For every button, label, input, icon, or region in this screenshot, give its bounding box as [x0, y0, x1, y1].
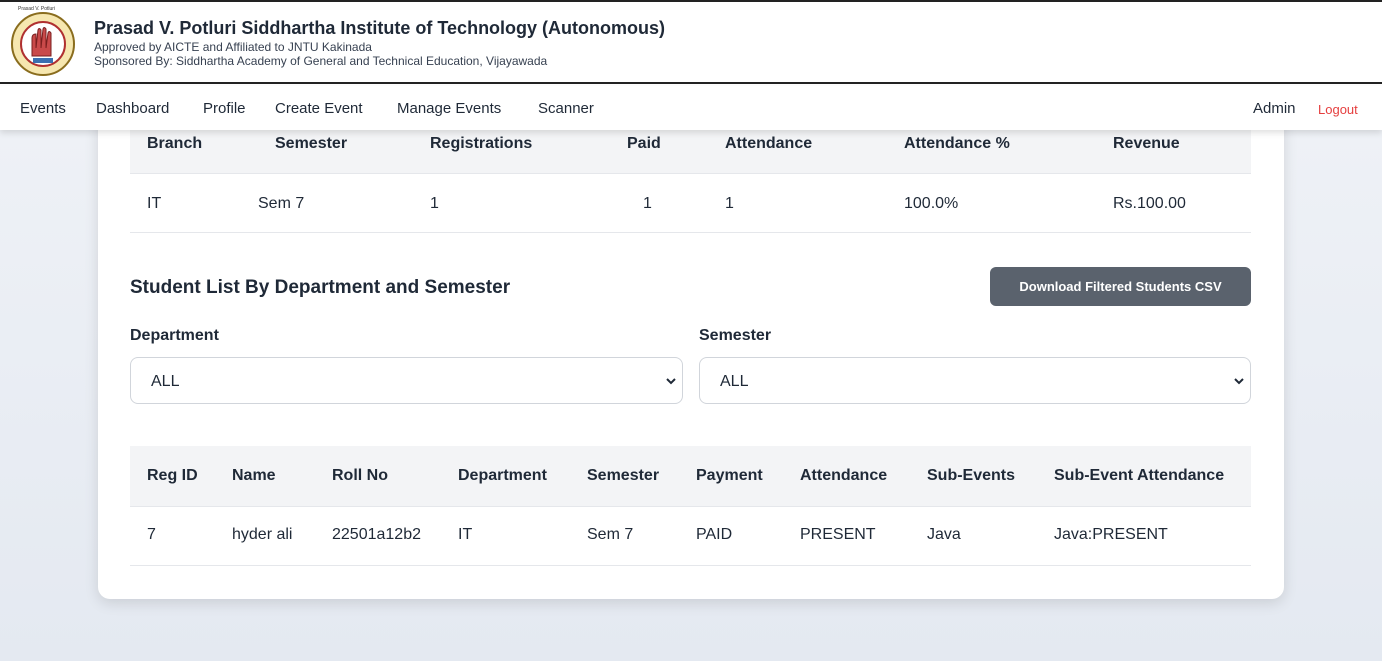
main-navbar: Events Dashboard Profile Create Event Ma…: [0, 86, 1382, 130]
students-th-sub-events: Sub-Events: [927, 467, 1016, 484]
students-th-name: Name: [232, 467, 276, 484]
students-row-divider: [130, 565, 1251, 566]
institute-logo-icon: [11, 12, 75, 76]
student-cell-payment: PAID: [696, 526, 733, 543]
summary-cell-semester: Sem 7: [258, 195, 305, 212]
summary-header-divider: [130, 173, 1251, 174]
institute-sponsor: Sponsored By: Siddhartha Academy of Gene…: [94, 54, 548, 68]
nav-scanner[interactable]: Scanner: [538, 100, 594, 117]
department-select[interactable]: ALL: [130, 357, 683, 404]
institute-name: Prasad V. Potluri Siddhartha Institute o…: [94, 18, 666, 38]
site-header: Prasad V. Potluri Prasad V. Potluri Sidd…: [0, 0, 1382, 84]
summary-th-attendance: Attendance: [725, 135, 813, 152]
semester-select-value: ALL: [720, 373, 749, 390]
student-cell-sub-events: Java: [927, 526, 961, 543]
logout-link[interactable]: Logout: [1318, 102, 1358, 117]
nav-profile[interactable]: Profile: [203, 100, 246, 117]
summary-cell-attendance: 1: [725, 195, 734, 212]
summary-cell-paid: 1: [643, 195, 652, 212]
student-cell-name: hyder ali: [232, 526, 293, 543]
summary-th-revenue: Revenue: [1113, 135, 1180, 152]
department-select-value: ALL: [151, 373, 180, 390]
semester-label: Semester: [699, 327, 772, 344]
semester-select[interactable]: ALL: [699, 357, 1251, 404]
summary-cell-attendance-pct: 100.0%: [904, 195, 959, 212]
institute-approval: Approved by AICTE and Affiliated to JNTU…: [94, 40, 372, 54]
summary-th-attendance-pct: Attendance %: [904, 135, 1010, 152]
students-th-roll-no: Roll No: [332, 467, 388, 484]
nav-manage-events[interactable]: Manage Events: [397, 100, 501, 117]
chevron-down-icon: [666, 378, 676, 385]
admin-label: Admin: [1253, 100, 1296, 117]
students-header-divider: [130, 506, 1251, 507]
students-th-reg-id: Reg ID: [147, 467, 198, 484]
department-label: Department: [130, 327, 219, 344]
summary-th-branch: Branch: [147, 135, 203, 152]
summary-th-registrations: Registrations: [430, 135, 533, 152]
students-th-department: Department: [458, 467, 547, 484]
summary-cell-registrations: 1: [430, 195, 439, 212]
logo-caption: Prasad V. Potluri: [18, 6, 56, 12]
student-list-title: Student List By Department and Semester: [130, 277, 511, 298]
student-cell-sub-event-attendance: Java:PRESENT: [1054, 526, 1168, 543]
summary-row-divider: [130, 232, 1251, 233]
students-th-attendance: Attendance: [800, 467, 888, 484]
student-cell-semester: Sem 7: [587, 526, 634, 543]
student-cell-department: IT: [458, 526, 473, 543]
students-th-sub-event-attendance: Sub-Event Attendance: [1054, 467, 1225, 484]
nav-events[interactable]: Events: [20, 100, 66, 117]
summary-cell-branch: IT: [147, 195, 162, 212]
student-cell-roll-no: 22501a12b2: [332, 526, 421, 543]
student-cell-reg-id: 7: [147, 526, 156, 543]
nav-create-event[interactable]: Create Event: [275, 100, 363, 117]
summary-cell-revenue: Rs.100.00: [1113, 195, 1186, 212]
chevron-down-icon: [1234, 378, 1244, 385]
nav-dashboard[interactable]: Dashboard: [96, 100, 169, 117]
students-th-payment: Payment: [696, 467, 763, 484]
summary-th-paid: Paid: [627, 135, 661, 152]
download-csv-button[interactable]: Download Filtered Students CSV: [990, 267, 1251, 306]
student-cell-attendance: PRESENT: [800, 526, 876, 543]
students-th-semester: Semester: [587, 467, 660, 484]
summary-th-semester: Semester: [275, 135, 348, 152]
